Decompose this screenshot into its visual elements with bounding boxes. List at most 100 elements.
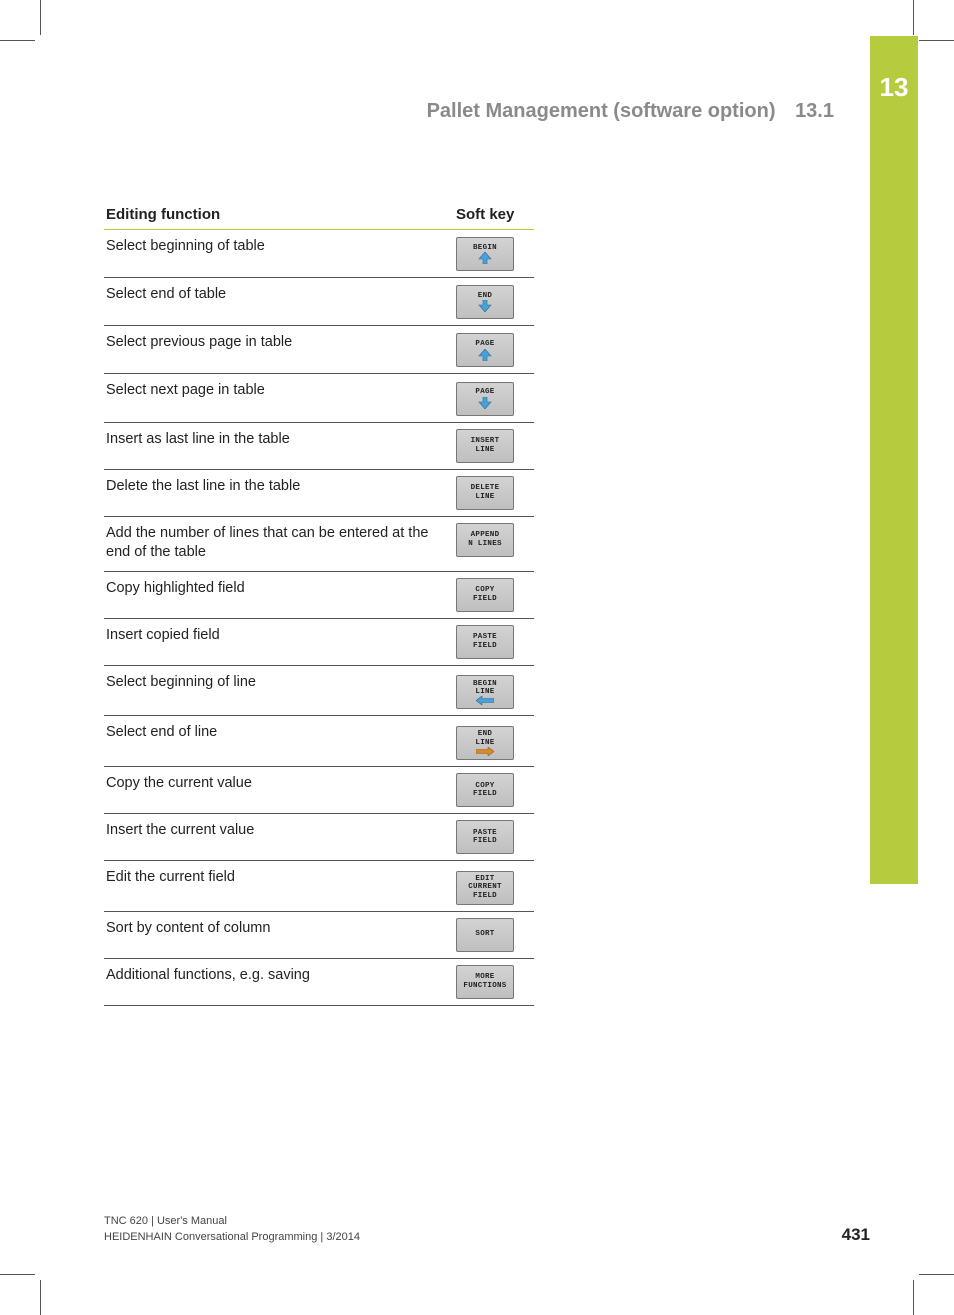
function-description: Select end of line: [104, 716, 454, 767]
softkey-cell: MOREFUNCTIONS: [454, 958, 534, 1005]
softkey-label: PAGE: [475, 340, 494, 348]
function-description: Select end of table: [104, 278, 454, 326]
arrow-right-icon: [476, 747, 494, 756]
function-description: Select previous page in table: [104, 326, 454, 374]
table-row: Select end of table END: [104, 278, 534, 326]
softkey: MOREFUNCTIONS: [456, 965, 514, 999]
table-row: Insert the current valuePASTEFIELD: [104, 814, 534, 861]
arrow-down-icon: [478, 397, 492, 409]
softkey-cell: PAGE: [454, 326, 534, 374]
table-row: Copy the current valueCOPYFIELD: [104, 767, 534, 814]
softkey-label: N LINES: [468, 540, 502, 548]
softkey-cell: APPENDN LINES: [454, 516, 534, 571]
softkey: ENDLINE: [456, 726, 514, 760]
softkey-label: END: [478, 292, 492, 300]
table-row: Select next page in table PAGE: [104, 374, 534, 422]
softkey: EDITCURRENTFIELD: [456, 871, 514, 905]
softkey-cell: DELETELINE: [454, 469, 534, 516]
function-description: Insert as last line in the table: [104, 422, 454, 469]
footer-product: TNC 620 | User's Manual: [104, 1214, 360, 1229]
table-header-function: Editing function: [104, 200, 454, 230]
function-description: Add the number of lines that can be ente…: [104, 516, 454, 571]
softkey-label: LINE: [475, 739, 494, 747]
function-description: Insert copied field: [104, 618, 454, 665]
softkey-cell: INSERTLINE: [454, 422, 534, 469]
chapter-number: 13: [870, 72, 918, 103]
softkey-label: FUNCTIONS: [463, 982, 506, 990]
header-title: Pallet Management (software option): [427, 100, 776, 122]
softkey-label: BEGIN: [473, 244, 497, 252]
softkey: END: [456, 285, 514, 319]
softkey-label: PASTE: [473, 633, 497, 641]
softkey-label: COPY: [475, 782, 494, 790]
chapter-tab: 13: [870, 36, 918, 884]
table-row: Select beginning of tableBEGIN: [104, 230, 534, 278]
page-number: 431: [842, 1225, 870, 1245]
softkey-label: FIELD: [473, 837, 497, 845]
page-footer: TNC 620 | User's Manual HEIDENHAIN Conve…: [104, 1214, 870, 1245]
softkey: BEGINLINE: [456, 675, 514, 709]
table-row: Insert copied fieldPASTEFIELD: [104, 618, 534, 665]
function-description: Insert the current value: [104, 814, 454, 861]
softkey-cell: COPYFIELD: [454, 571, 534, 618]
softkey-label: APPEND: [471, 531, 500, 539]
function-description: Select next page in table: [104, 374, 454, 422]
softkey-label: PASTE: [473, 829, 497, 837]
softkey-label: FIELD: [473, 642, 497, 650]
softkey-label: INSERT: [471, 437, 500, 445]
page-header: Pallet Management (software option) 13.1: [104, 100, 834, 123]
softkey-cell: SORT: [454, 911, 534, 958]
softkey-cell: PASTEFIELD: [454, 814, 534, 861]
softkey-label: COPY: [475, 586, 494, 594]
softkey-label: FIELD: [473, 595, 497, 603]
table-row: Select previous page in table PAGE: [104, 326, 534, 374]
softkey-label: PAGE: [475, 388, 494, 396]
table-header-softkey: Soft key: [454, 200, 534, 230]
softkey-cell: BEGIN: [454, 230, 534, 278]
arrow-up-icon: [478, 349, 492, 361]
softkey: PAGE: [456, 382, 514, 416]
softkey-label: FIELD: [473, 790, 497, 798]
table-row: Add the number of lines that can be ente…: [104, 516, 534, 571]
arrow-down-icon: [478, 300, 492, 312]
function-description: Sort by content of column: [104, 911, 454, 958]
softkey: PASTEFIELD: [456, 625, 514, 659]
function-description: Additional functions, e.g. saving: [104, 958, 454, 1005]
softkey: APPENDN LINES: [456, 523, 514, 557]
softkey-cell: ENDLINE: [454, 716, 534, 767]
softkey-label: EDIT: [475, 875, 494, 883]
softkey: INSERTLINE: [456, 429, 514, 463]
table-row: Select end of lineENDLINE: [104, 716, 534, 767]
softkey-label: DELETE: [471, 484, 500, 492]
table-row: Insert as last line in the tableINSERTLI…: [104, 422, 534, 469]
table-row: Select beginning of lineBEGINLINE: [104, 665, 534, 716]
function-description: Select beginning of line: [104, 665, 454, 716]
table-row: Sort by content of column SORT: [104, 911, 534, 958]
softkey-cell: EDITCURRENTFIELD: [454, 861, 534, 911]
softkey-label: LINE: [475, 446, 494, 454]
function-description: Delete the last line in the table: [104, 469, 454, 516]
footer-doc: HEIDENHAIN Conversational Programming | …: [104, 1230, 360, 1245]
softkey: COPYFIELD: [456, 578, 514, 612]
softkey-cell: COPYFIELD: [454, 767, 534, 814]
editing-functions-table: Editing function Soft key Select beginni…: [104, 200, 534, 1006]
softkey-label: END: [478, 730, 492, 738]
softkey: DELETELINE: [456, 476, 514, 510]
softkey-label: FIELD: [473, 892, 497, 900]
softkey-label: MORE: [475, 973, 494, 981]
softkey-cell: END: [454, 278, 534, 326]
arrow-left-icon: [476, 696, 494, 705]
table-row: Delete the last line in the tableDELETEL…: [104, 469, 534, 516]
softkey-label: BEGIN: [473, 680, 497, 688]
table-row: Edit the current fieldEDITCURRENTFIELD: [104, 861, 534, 911]
table-row: Additional functions, e.g. savingMOREFUN…: [104, 958, 534, 1005]
softkey: PASTEFIELD: [456, 820, 514, 854]
softkey: COPYFIELD: [456, 773, 514, 807]
softkey-cell: BEGINLINE: [454, 665, 534, 716]
softkey-label: SORT: [475, 930, 494, 938]
function-description: Copy the current value: [104, 767, 454, 814]
header-section: 13.1: [795, 100, 834, 122]
softkey: SORT: [456, 918, 514, 952]
softkey-label: CURRENT: [468, 883, 502, 891]
table-row: Copy highlighted fieldCOPYFIELD: [104, 571, 534, 618]
